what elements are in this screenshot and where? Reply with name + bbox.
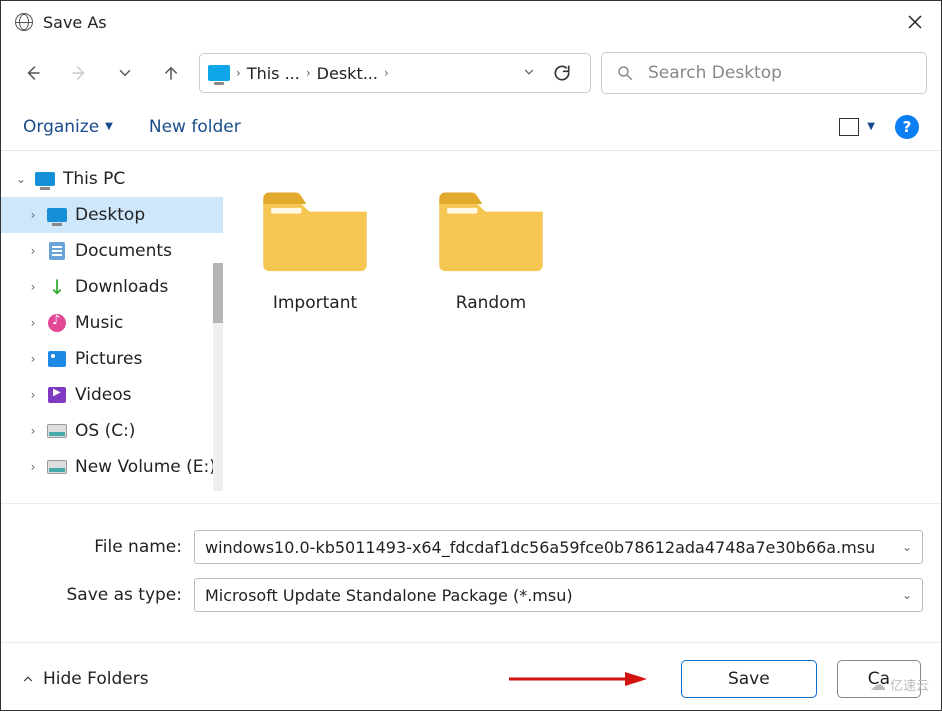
folder-random[interactable]: Random <box>433 181 549 473</box>
chevron-right-icon: › <box>27 316 39 330</box>
videos-icon <box>48 387 66 403</box>
chevron-right-icon: › <box>27 460 39 474</box>
pictures-icon <box>48 351 66 367</box>
tree-documents[interactable]: › Documents <box>1 233 223 269</box>
navigation-tree: ⌄ This PC › Desktop › Documents › ↓ Down… <box>1 151 223 503</box>
tree-new-volume-e[interactable]: › New Volume (E:) <box>1 449 223 485</box>
view-options-button[interactable]: ▼ <box>839 118 875 136</box>
chevron-right-icon: › <box>27 352 39 366</box>
tree-music[interactable]: › Music <box>1 305 223 341</box>
search-placeholder: Search Desktop <box>648 63 782 83</box>
refresh-button[interactable] <box>542 53 582 93</box>
help-button[interactable]: ? <box>895 115 919 139</box>
savetype-label: Save as type: <box>19 585 194 605</box>
recent-locations-button[interactable] <box>107 55 143 91</box>
back-button[interactable] <box>15 55 51 91</box>
folder-content[interactable]: Important Random <box>223 151 941 503</box>
folder-label: Important <box>273 293 357 313</box>
title-bar: Save As <box>1 1 941 43</box>
toolbar: Organize▼ New folder ▼ ? <box>1 103 941 151</box>
globe-icon <box>15 13 33 31</box>
window-title: Save As <box>43 13 107 32</box>
close-button[interactable] <box>889 1 941 43</box>
up-button[interactable] <box>153 55 189 91</box>
address-bar[interactable]: › This ... › Deskt... › <box>199 53 591 93</box>
chevron-right-icon: › <box>27 388 39 402</box>
search-input[interactable]: Search Desktop <box>601 52 927 94</box>
music-icon <box>48 314 66 332</box>
filename-input[interactable]: windows10.0-kb5011493-x64_fdcdaf1dc56a59… <box>194 530 923 564</box>
monitor-icon <box>35 172 55 186</box>
file-fields: File name: windows10.0-kb5011493-x64_fdc… <box>1 503 941 642</box>
main-area: ⌄ This PC › Desktop › Documents › ↓ Down… <box>1 151 941 503</box>
chevron-right-icon: › <box>306 66 311 80</box>
drive-icon <box>47 460 67 474</box>
cancel-button[interactable]: Ca <box>837 660 921 698</box>
folder-important[interactable]: Important <box>257 181 373 473</box>
chevron-right-icon: › <box>384 66 389 80</box>
search-icon <box>616 64 634 82</box>
chevron-down-icon: ⌄ <box>15 172 27 186</box>
hide-folders-button[interactable]: Hide Folders <box>21 669 149 689</box>
caret-down-icon: ▼ <box>867 121 875 132</box>
chevron-down-icon[interactable]: ⌄ <box>902 588 912 602</box>
document-icon <box>49 242 65 260</box>
filename-label: File name: <box>19 537 194 557</box>
desktop-icon <box>47 208 67 222</box>
chevron-right-icon: › <box>27 208 39 222</box>
navigation-row: › This ... › Deskt... › Search Desktop <box>1 43 941 103</box>
chevron-up-icon <box>21 672 35 686</box>
forward-button[interactable] <box>61 55 97 91</box>
chevron-right-icon: › <box>27 424 39 438</box>
organize-menu[interactable]: Organize▼ <box>23 117 113 137</box>
tree-videos[interactable]: › Videos <box>1 377 223 413</box>
folder-icon <box>433 181 549 277</box>
chevron-right-icon: › <box>27 244 39 258</box>
address-history-button[interactable] <box>522 64 536 83</box>
footer: Hide Folders Save Ca <box>1 642 941 714</box>
red-arrow-annotation <box>507 669 647 689</box>
breadcrumb-this-pc[interactable]: This ... <box>247 64 300 83</box>
folder-label: Random <box>456 293 526 313</box>
savetype-select[interactable]: Microsoft Update Standalone Package (*.m… <box>194 578 923 612</box>
caret-down-icon: ▼ <box>105 121 113 132</box>
chevron-right-icon: › <box>236 66 241 80</box>
tree-pictures[interactable]: › Pictures <box>1 341 223 377</box>
monitor-icon <box>208 65 230 81</box>
tree-downloads[interactable]: › ↓ Downloads <box>1 269 223 305</box>
tree-desktop[interactable]: › Desktop <box>1 197 223 233</box>
chevron-right-icon: › <box>27 280 39 294</box>
new-folder-button[interactable]: New folder <box>149 117 241 137</box>
drive-icon <box>47 424 67 438</box>
view-icon <box>839 118 859 136</box>
breadcrumb-desktop[interactable]: Deskt... <box>317 64 378 83</box>
folder-icon <box>257 181 373 277</box>
tree-scrollbar-thumb[interactable] <box>213 263 223 323</box>
chevron-down-icon[interactable]: ⌄ <box>902 540 912 554</box>
tree-this-pc[interactable]: ⌄ This PC <box>1 161 223 197</box>
save-button[interactable]: Save <box>681 660 817 698</box>
download-icon: ↓ <box>49 277 66 297</box>
tree-os-c[interactable]: › OS (C:) <box>1 413 223 449</box>
